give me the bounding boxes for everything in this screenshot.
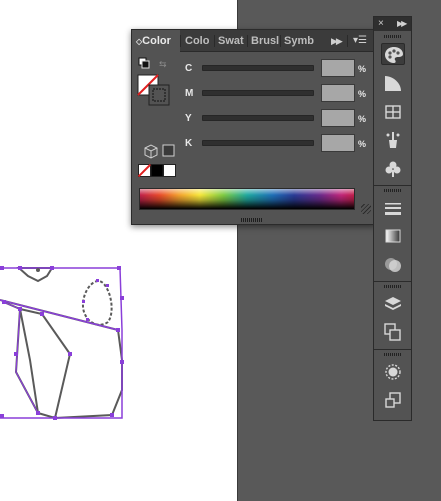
tab-color-label: Color — [142, 35, 171, 47]
selection-band — [0, 299, 119, 331]
color-spectrum-ramp[interactable] — [139, 188, 355, 210]
tab-color[interactable]: ◇Color — [132, 30, 180, 52]
gradient-icon[interactable] — [381, 225, 405, 247]
channel-k-input[interactable] — [321, 134, 355, 152]
tab-symbols[interactable]: Symb — [284, 30, 314, 52]
panel-menu-icon[interactable]: ▾☰ — [353, 30, 367, 52]
stroke-swatch — [148, 84, 170, 106]
fill-stroke-widget: ⇆ — [137, 57, 175, 159]
panel-resize-corner[interactable] — [361, 204, 371, 214]
transparency-icon[interactable] — [381, 253, 405, 275]
brushes-icon[interactable] — [381, 129, 405, 151]
artboards-icon[interactable] — [381, 321, 405, 343]
channel-y-slider[interactable] — [202, 115, 314, 121]
none-swatch[interactable] — [138, 164, 152, 177]
black-swatch — [150, 164, 164, 177]
dock-header: × ▶▶ — [374, 17, 411, 31]
close-icon[interactable]: × — [378, 17, 384, 31]
artwork-body — [5, 302, 72, 420]
appearance-icon[interactable] — [381, 361, 405, 383]
color-guide-icon[interactable] — [381, 72, 405, 94]
quick-swatches — [138, 164, 176, 177]
channel-m-slider[interactable] — [202, 90, 314, 96]
color-palette-icon[interactable] — [381, 43, 405, 65]
color-panel: ◇Color Colo Swat Brusl Symb ▶▶ ▾☰ ⇆ C % … — [131, 29, 376, 225]
artwork-top-shape — [16, 267, 54, 283]
channel-y-unit: % — [358, 114, 367, 124]
dock-grip-3[interactable] — [384, 285, 402, 288]
panel-resize-grip[interactable] — [241, 218, 263, 222]
white-swatch — [163, 164, 176, 177]
tab-color-guide[interactable]: Colo — [185, 30, 213, 52]
dock-grip[interactable] — [384, 35, 402, 38]
web-safe-swatch — [162, 144, 175, 157]
channel-m-label: M — [185, 88, 194, 99]
default-colors-icon — [138, 57, 150, 69]
dock-divider-2 — [374, 281, 411, 282]
dock-divider — [374, 185, 411, 186]
layers-icon[interactable] — [381, 293, 405, 315]
symbols-icon[interactable] — [381, 158, 405, 180]
swatches-icon[interactable] — [381, 101, 405, 123]
channel-c-unit: % — [358, 64, 367, 74]
graphic-styles-icon[interactable] — [381, 389, 405, 411]
channel-m-unit: % — [358, 89, 367, 99]
channel-y-label: Y — [185, 113, 192, 124]
dock-grip-2[interactable] — [384, 189, 402, 192]
panel-tab-bar: ◇Color Colo Swat Brusl Symb ▶▶ ▾☰ — [132, 30, 375, 52]
channel-k-unit: % — [358, 139, 367, 149]
tab-brushes[interactable]: Brusl — [251, 30, 279, 52]
channel-c-slider[interactable] — [202, 65, 314, 71]
tab-swatches[interactable]: Swat — [218, 30, 246, 52]
channel-c-input[interactable] — [321, 59, 355, 77]
stroke-icon[interactable] — [381, 197, 405, 219]
channel-m-input[interactable] — [321, 84, 355, 102]
channel-k-label: K — [185, 138, 193, 149]
panel-dock: × ▶▶ — [373, 16, 412, 421]
swap-colors-icon: ⇆ — [159, 60, 167, 70]
channel-y-input[interactable] — [321, 109, 355, 127]
dock-grip-4[interactable] — [384, 353, 402, 356]
expand-panels-icon[interactable]: ▶▶ — [397, 17, 407, 31]
channel-k-slider[interactable] — [202, 140, 314, 146]
dock-divider-3 — [374, 349, 411, 350]
channel-c-label: C — [185, 63, 193, 74]
collapse-panel-icon[interactable]: ▶▶ — [331, 30, 343, 52]
out-of-gamut-cube-icon — [144, 144, 158, 159]
